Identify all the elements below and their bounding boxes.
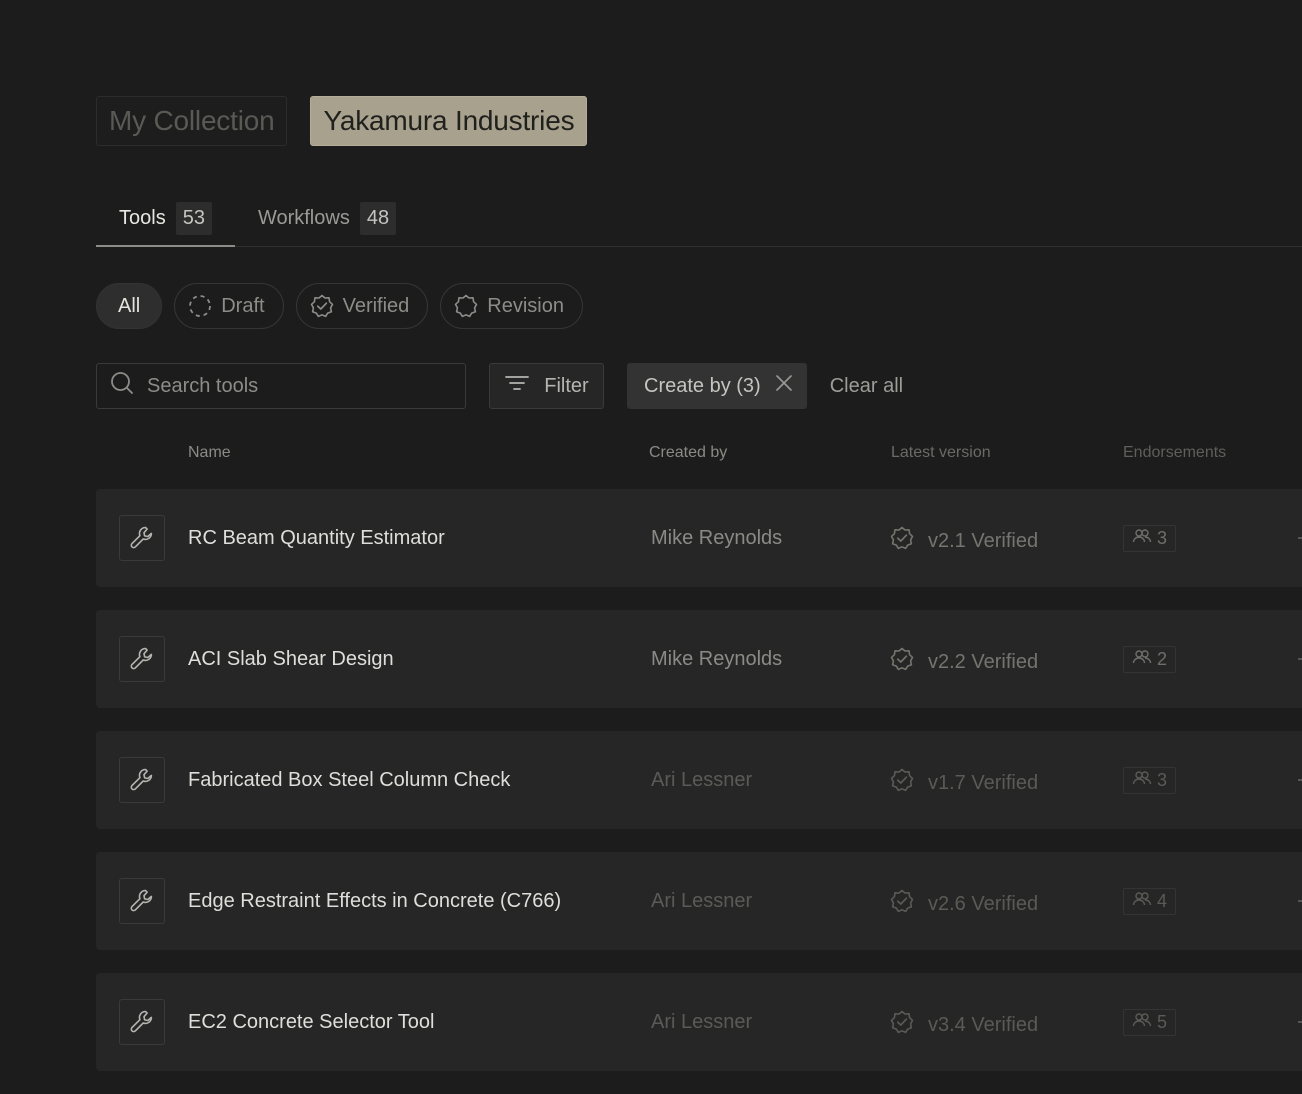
row-menu-handle[interactable] (1298, 900, 1302, 902)
tab-label: Tools (119, 206, 166, 229)
users-icon (1132, 891, 1152, 912)
users-icon (1132, 1012, 1152, 1033)
tool-name[interactable]: Edge Restraint Effects in Concrete (C766… (188, 890, 561, 913)
badge-outline-icon (453, 293, 479, 319)
tool-version-label: v1.7 Verified (928, 771, 1039, 794)
endorsement-badge: 2 (1123, 646, 1177, 673)
tab-label: Workflows (257, 206, 350, 229)
tool-name[interactable]: EC2 Concrete Selector Tool (188, 1011, 434, 1034)
wrench-icon (119, 515, 165, 561)
tab-tools[interactable]: Tools 53 (96, 190, 235, 247)
collection-tab-label: Yakamura Industries (323, 105, 575, 136)
table-row[interactable]: Edge Restraint Effects in Concrete (C766… (96, 852, 1302, 950)
status-filter-group: All Draft Verified Revision (96, 283, 583, 329)
users-icon (1132, 770, 1152, 791)
wrench-icon (119, 757, 165, 803)
status-filter-verified[interactable]: Verified (295, 283, 429, 329)
tool-version: v2.2 Verified (889, 646, 1038, 678)
status-filter-all[interactable]: All (96, 283, 163, 329)
status-filter-draft[interactable]: Draft (174, 283, 284, 329)
table-row[interactable]: ACI Slab Shear Design Mike Reynolds v2.2… (96, 610, 1302, 708)
table-row[interactable]: RC Beam Quantity Estimator Mike Reynolds… (96, 489, 1302, 587)
tool-version-label: v2.1 Verified (928, 529, 1039, 552)
verified-badge-icon (889, 646, 915, 678)
content-tabs: Tools 53 Workflows 48 (96, 190, 1302, 247)
wrench-icon (119, 878, 165, 924)
wrench-icon (119, 636, 165, 682)
filter-button-label: Filter (544, 374, 589, 397)
active-filter-label: Create by (3) (644, 374, 761, 397)
users-icon (1132, 528, 1152, 549)
column-header-name[interactable]: Name (188, 444, 231, 462)
tool-creator: Ari Lessner (651, 769, 753, 791)
status-filter-label: All (118, 294, 141, 317)
tab-count-badge: 53 (175, 201, 212, 235)
search-placeholder: Search tools (147, 374, 259, 397)
tool-version-label: v3.4 Verified (928, 1013, 1039, 1036)
wrench-icon (119, 999, 165, 1045)
tool-version: v2.1 Verified (889, 525, 1038, 557)
endorsement-count: 3 (1157, 528, 1168, 548)
tab-count-badge: 48 (359, 201, 397, 235)
endorsement-count: 2 (1157, 649, 1168, 669)
close-icon[interactable] (775, 374, 793, 398)
collection-switcher: My Collection Yakamura Industries (96, 96, 588, 146)
endorsement-count: 3 (1157, 770, 1168, 790)
row-menu-handle[interactable] (1298, 779, 1302, 781)
row-menu-handle[interactable] (1298, 537, 1302, 539)
collection-tab-yakamura-industries[interactable]: Yakamura Industries (310, 96, 588, 146)
tool-version: v1.7 Verified (889, 767, 1038, 799)
endorsement-badge: 3 (1123, 525, 1177, 552)
tool-name[interactable]: ACI Slab Shear Design (188, 648, 394, 671)
status-filter-label: Revision (487, 294, 564, 317)
tool-version: v3.4 Verified (889, 1009, 1038, 1041)
tools-table: RC Beam Quantity Estimator Mike Reynolds… (96, 489, 1302, 1094)
row-menu-handle[interactable] (1298, 1021, 1302, 1023)
users-icon (1132, 649, 1152, 670)
verified-badge-icon (889, 888, 915, 920)
table-header: Name Created by Latest version Endorseme… (0, 444, 1302, 466)
tool-version-label: v2.6 Verified (928, 892, 1039, 915)
endorsement-count: 4 (1157, 891, 1168, 911)
table-row[interactable]: Fabricated Box Steel Column Check Ari Le… (96, 731, 1302, 829)
tab-workflows[interactable]: Workflows 48 (235, 190, 419, 246)
endorsement-count: 5 (1157, 1012, 1168, 1032)
search-icon (109, 370, 135, 402)
tool-creator: Mike Reynolds (651, 648, 783, 670)
clear-all-button[interactable]: Clear all (830, 375, 903, 398)
tool-creator: Mike Reynolds (651, 527, 783, 549)
tool-version-label: v2.2 Verified (928, 650, 1039, 673)
verified-badge-icon (309, 293, 335, 319)
endorsement-badge: 5 (1123, 1009, 1177, 1036)
filter-icon (504, 373, 530, 399)
status-filter-revision[interactable]: Revision (440, 283, 583, 329)
tool-version: v2.6 Verified (889, 888, 1038, 920)
row-menu-handle[interactable] (1298, 658, 1302, 660)
tool-name[interactable]: Fabricated Box Steel Column Check (188, 769, 510, 792)
filter-button[interactable]: Filter (489, 363, 604, 409)
column-header-latest-version[interactable]: Latest version (891, 444, 991, 462)
table-row[interactable]: EC2 Concrete Selector Tool Ari Lessner v… (96, 973, 1302, 1071)
tool-creator: Ari Lessner (651, 1011, 753, 1033)
active-filter-chip[interactable]: Create by (3) (627, 363, 807, 409)
verified-badge-icon (889, 1009, 915, 1041)
endorsement-badge: 4 (1123, 888, 1177, 915)
status-filter-label: Draft (221, 294, 265, 317)
verified-badge-icon (889, 525, 915, 557)
table-toolbar: Search tools Filter Create by (3) Clear … (96, 363, 903, 409)
search-input[interactable]: Search tools (96, 363, 466, 409)
collection-tab-my-collection[interactable]: My Collection (96, 96, 288, 146)
tool-name[interactable]: RC Beam Quantity Estimator (188, 527, 445, 550)
collection-tab-label: My Collection (109, 105, 275, 136)
endorsement-badge: 3 (1123, 767, 1177, 794)
column-header-created-by[interactable]: Created by (649, 444, 727, 462)
column-header-endorsements[interactable]: Endorsements (1123, 444, 1226, 462)
verified-badge-icon (889, 767, 915, 799)
status-filter-label: Verified (342, 294, 410, 317)
dashed-circle-icon (187, 293, 213, 319)
tool-creator: Ari Lessner (651, 890, 753, 912)
